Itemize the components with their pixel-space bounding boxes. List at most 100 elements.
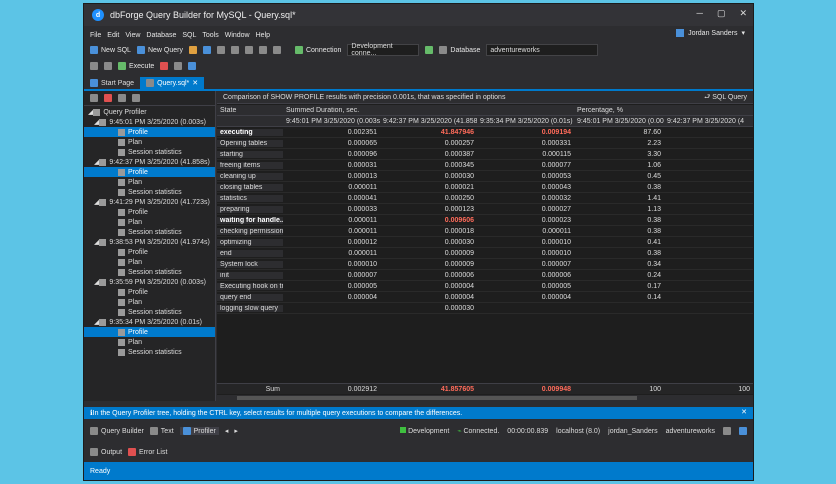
tab-start-page[interactable]: Start Page xyxy=(84,77,140,89)
paste-button[interactable] xyxy=(244,46,253,54)
close-icon[interactable]: ✕ xyxy=(741,408,747,416)
scrollbar-thumb[interactable] xyxy=(237,396,637,400)
grid-header-cell[interactable]: State xyxy=(217,107,283,114)
menu-view[interactable]: View xyxy=(125,32,140,39)
table-row[interactable]: executing 0.002351 41.847946 0.009194 87.60 xyxy=(217,127,753,138)
execute-button[interactable]: Execute xyxy=(118,62,154,70)
connect-button[interactable] xyxy=(425,46,434,54)
tree-run[interactable]: ◢ 9:35:34 PM 3/25/2020 (0.01s) xyxy=(84,317,215,327)
tree-item-session-statistics[interactable]: Session statistics xyxy=(84,267,215,277)
stop-button[interactable] xyxy=(160,62,169,70)
tree-item-profile[interactable]: Profile xyxy=(84,247,215,257)
layout-icon[interactable] xyxy=(723,427,731,435)
tab-query-sql[interactable]: Query.sql* ✕ xyxy=(140,77,205,89)
grid-header-cell[interactable]: Summed Duration, sec. xyxy=(283,107,380,114)
next-tab-button[interactable]: ▸ xyxy=(234,427,238,435)
tree-item-session-statistics[interactable]: Session statistics xyxy=(84,147,215,157)
toolbar-button-2[interactable] xyxy=(104,62,112,70)
grid-subheader-cell[interactable]: 9:42:37 PM 3/25/2020 (41.858s) xyxy=(380,118,477,125)
table-row[interactable]: end 0.000011 0.000009 0.000010 0.38 xyxy=(217,248,753,259)
tree-item-plan[interactable]: Plan xyxy=(84,177,215,187)
grid-subheader-cell[interactable]: 9:35:34 PM 3/25/2020 (0.01s) xyxy=(477,118,574,125)
copy-button[interactable] xyxy=(230,46,239,54)
tab-error-list[interactable]: Error List xyxy=(128,448,167,456)
tree-run[interactable]: ◢ 9:38:53 PM 3/25/2020 (41.974s) xyxy=(84,237,215,247)
tree-item-profile[interactable]: Profile xyxy=(84,287,215,297)
table-row[interactable]: cleaning up 0.000013 0.000030 0.000053 0.45 xyxy=(217,171,753,182)
grid-subheader-cell[interactable]: 9:45:01 PM 3/25/2020 (0.003s) xyxy=(574,118,664,125)
sql-query-button[interactable]: ⮐ SQL Query xyxy=(704,93,747,104)
delete-icon[interactable] xyxy=(104,94,112,102)
table-row[interactable]: statistics 0.000041 0.000250 0.000032 1.41 xyxy=(217,193,753,204)
menu-database[interactable]: Database xyxy=(146,32,176,39)
open-button[interactable] xyxy=(188,46,197,54)
toolbar-button-1[interactable] xyxy=(90,62,98,70)
tree-item-plan[interactable]: Plan xyxy=(84,257,215,267)
cut-button[interactable] xyxy=(216,46,225,54)
menu-tools[interactable]: Tools xyxy=(202,32,218,39)
toolbar-button-4[interactable] xyxy=(188,62,197,70)
tree-run[interactable]: ◢ 9:45:01 PM 3/25/2020 (0.003s) xyxy=(84,117,215,127)
tree-root[interactable]: ◢ Query Profiler xyxy=(84,107,215,117)
refresh-icon[interactable] xyxy=(90,94,98,102)
tree-item-session-statistics[interactable]: Session statistics xyxy=(84,187,215,197)
tab-profiler[interactable]: Profiler xyxy=(179,427,219,435)
options-icon[interactable] xyxy=(132,94,140,102)
table-row[interactable]: Opening tables 0.000065 0.000257 0.000331 2.… xyxy=(217,138,753,149)
redo-button[interactable] xyxy=(272,46,281,54)
minimize-button[interactable]: ─ xyxy=(697,8,703,19)
menu-window[interactable]: Window xyxy=(225,32,250,39)
close-button[interactable]: ✕ xyxy=(739,8,747,19)
tree-item-plan[interactable]: Plan xyxy=(84,137,215,147)
menu-help[interactable]: Help xyxy=(256,32,270,39)
database-select[interactable]: adventureworks xyxy=(486,44,599,56)
tab-output[interactable]: Output xyxy=(90,448,122,456)
user-account[interactable]: Jordan Sanders ▾ xyxy=(676,29,745,37)
maximize-button[interactable]: ▢ xyxy=(717,8,726,19)
prev-tab-button[interactable]: ◂ xyxy=(225,427,229,435)
grid-subheader-cell[interactable]: 9:42:37 PM 3/25/2020 (4 xyxy=(664,118,753,125)
table-row[interactable]: freeing items 0.000031 0.000345 0.000077 1.0… xyxy=(217,160,753,171)
menu-edit[interactable]: Edit xyxy=(107,32,119,39)
undo-button[interactable] xyxy=(258,46,267,54)
table-row[interactable]: closing tables 0.000011 0.000021 0.000043 0.… xyxy=(217,182,753,193)
tree-item-session-statistics[interactable]: Session statistics xyxy=(84,307,215,317)
tree-item-plan[interactable]: Plan xyxy=(84,217,215,227)
tree-run[interactable]: ◢ 9:42:37 PM 3/25/2020 (41.858s) xyxy=(84,157,215,167)
tree-item-plan[interactable]: Plan xyxy=(84,337,215,347)
tree-run[interactable]: ◢ 9:41:29 PM 3/25/2020 (41.723s) xyxy=(84,197,215,207)
new-query-button[interactable]: New Query xyxy=(136,46,183,54)
table-row[interactable]: starting 0.000096 0.000387 0.000115 3.30 xyxy=(217,149,753,160)
list-icon[interactable] xyxy=(118,94,126,102)
grid-subheader-cell[interactable]: 9:45:01 PM 3/25/2020 (0.003s) xyxy=(283,118,380,125)
tree-item-plan[interactable]: Plan xyxy=(84,297,215,307)
menu-sql[interactable]: SQL xyxy=(182,32,196,39)
table-row[interactable]: Executing hook on tr... 0.000005 0.000004 0… xyxy=(217,281,753,292)
close-icon[interactable]: ✕ xyxy=(192,79,198,87)
toolbar-button-3[interactable] xyxy=(174,62,183,70)
tree-item-profile[interactable]: Profile xyxy=(84,127,215,137)
table-row[interactable]: System lock 0.000010 0.000009 0.000007 0.34 xyxy=(217,259,753,270)
table-row[interactable]: query end 0.000004 0.000004 0.000004 0.14 xyxy=(217,292,753,303)
tree-run[interactable]: ◢ 9:35:59 PM 3/25/2020 (0.003s) xyxy=(84,277,215,287)
connection-select[interactable]: Development conne... xyxy=(347,43,420,57)
table-row[interactable]: waiting for handle... 0.000011 0.009606 0.0… xyxy=(217,215,753,226)
tree-item-session-statistics[interactable]: Session statistics xyxy=(84,347,215,357)
tree-item-profile[interactable]: Profile xyxy=(84,167,215,177)
table-row[interactable]: preparing 0.000033 0.000123 0.000027 1.13 xyxy=(217,204,753,215)
grid-header-cell[interactable]: Percentage, % xyxy=(574,107,664,114)
table-row[interactable]: checking permissions 0.000011 0.000018 0.00… xyxy=(217,226,753,237)
tree-item-profile[interactable]: Profile xyxy=(84,327,215,337)
tab-text[interactable]: Text xyxy=(149,427,174,435)
new-sql-button[interactable]: New SQL xyxy=(90,46,131,54)
tree-item-session-statistics[interactable]: Session statistics xyxy=(84,227,215,237)
save-button[interactable] xyxy=(202,46,211,54)
table-row[interactable]: optimizing 0.000012 0.000030 0.000010 0.41 xyxy=(217,237,753,248)
horizontal-scrollbar[interactable] xyxy=(217,395,753,401)
tree-item-profile[interactable]: Profile xyxy=(84,207,215,217)
layout-icon-2[interactable] xyxy=(739,427,747,435)
menu-file[interactable]: File xyxy=(90,32,101,39)
tab-query-builder[interactable]: Query Builder xyxy=(90,427,144,435)
table-row[interactable]: init 0.000007 0.000006 0.000006 0.24 xyxy=(217,270,753,281)
table-row[interactable]: logging slow query 0.000030 xyxy=(217,303,753,314)
